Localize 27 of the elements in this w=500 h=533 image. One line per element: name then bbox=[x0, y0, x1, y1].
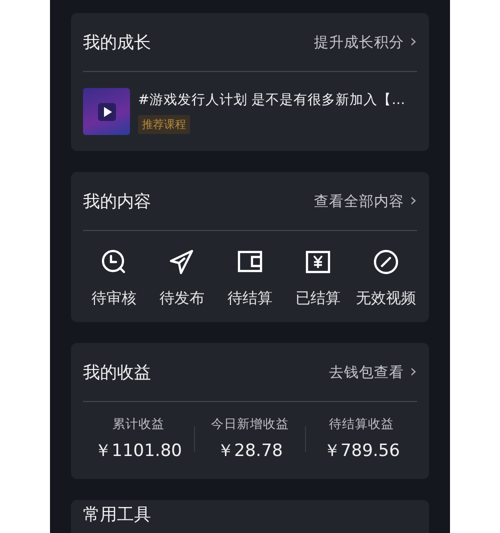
clock-icon bbox=[101, 249, 127, 275]
earnings-label: 待结算收益 bbox=[329, 416, 394, 433]
earnings-label: 累计收益 bbox=[112, 416, 164, 433]
content-status-button[interactable]: 无效视频 bbox=[355, 249, 417, 308]
content-status-button[interactable]: 待发布 bbox=[151, 249, 213, 308]
card-link[interactable]: 提升成长积分 › bbox=[314, 32, 417, 52]
card-link[interactable]: 去钱包查看 › bbox=[328, 362, 417, 382]
content-status-button[interactable]: 待审核 bbox=[83, 249, 145, 308]
content-status-button[interactable]: 已结算 bbox=[287, 249, 349, 308]
card-title: 我的收益 bbox=[83, 362, 151, 384]
earnings-amount: ￥789.56 bbox=[323, 440, 400, 462]
content-status-button[interactable]: 待结算 bbox=[219, 249, 281, 308]
card-link[interactable]: 查看全部内容 › bbox=[314, 192, 417, 210]
wallet-icon bbox=[237, 249, 263, 275]
earnings-amount: ￥28.78 bbox=[217, 440, 283, 462]
yen-box-icon bbox=[305, 249, 331, 275]
earnings-amount: ￥1101.80 bbox=[94, 440, 182, 462]
card-title: 常用工具 bbox=[83, 504, 151, 526]
earnings-label: 今日新增收益 bbox=[211, 416, 289, 433]
paper-plane-icon bbox=[169, 249, 195, 275]
video-thumbnail[interactable] bbox=[83, 88, 130, 135]
course-tag: 推荐课程 bbox=[138, 115, 190, 134]
play-icon bbox=[98, 102, 116, 120]
course-title[interactable]: #游戏发行人计划 是不是有很多新加入【… bbox=[138, 91, 406, 109]
card-title: 我的成长 bbox=[83, 32, 151, 54]
card-title: 我的内容 bbox=[83, 190, 151, 212]
slashed-circle-icon bbox=[373, 249, 399, 275]
